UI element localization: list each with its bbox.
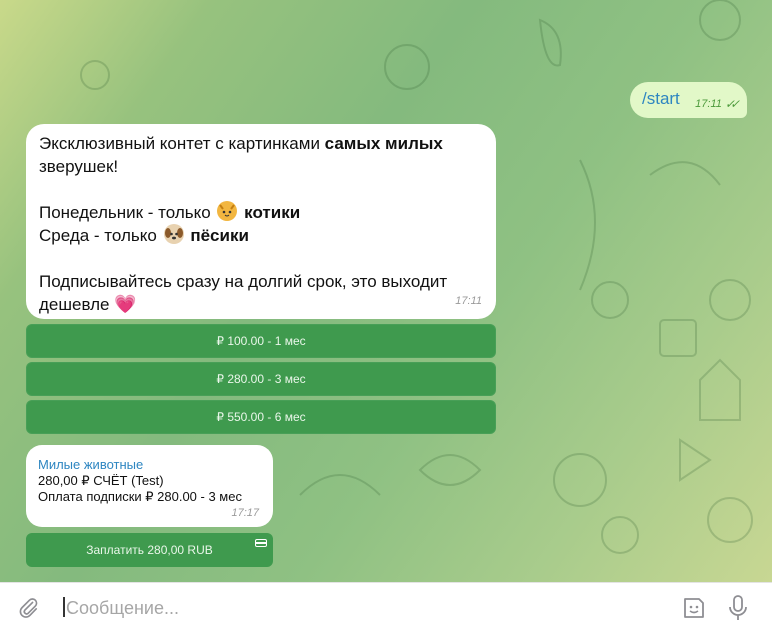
paperclip-icon[interactable] <box>17 596 39 618</box>
subscribe-line: Подписывайтесь сразу на долгий срок, это… <box>39 272 448 291</box>
message-input[interactable] <box>66 596 646 620</box>
invoice-message[interactable]: Милые животные 280,00 ₽ СЧЁТ (Test) Опла… <box>26 445 273 527</box>
cat-emoji-icon <box>217 201 238 221</box>
wednesday-bold: пёсики <box>190 226 249 245</box>
text-caret <box>63 597 65 617</box>
plan-button-1-month[interactable]: ₽ 100.00 - 1 мес <box>26 324 496 358</box>
credit-card-icon <box>255 539 267 547</box>
welcome-text-bold: самых милых <box>324 134 443 153</box>
message-time: 17:11 <box>695 98 722 110</box>
double-check-icon: ✓✓ <box>724 97 740 111</box>
monday-prefix: Понедельник - только <box>39 203 211 222</box>
invoice-time: 17:17 <box>231 507 259 519</box>
monday-line: Понедельник - только котики <box>39 201 482 224</box>
invoice-amount: 280,00 ₽ СЧЁТ (Test) <box>38 473 164 488</box>
wednesday-prefix: Среда - только <box>39 226 157 245</box>
heart-emoji-icon: 💗 <box>114 294 137 314</box>
monday-bold: котики <box>244 203 301 222</box>
pay-button[interactable]: Заплатить 280,00 RUB <box>26 533 273 567</box>
microphone-icon[interactable] <box>727 594 749 622</box>
plan-button-3-month[interactable]: ₽ 280.00 - 3 мес <box>26 362 496 396</box>
welcome-text-normal: Эксклюзивный контет с картинками <box>39 134 325 153</box>
outgoing-message[interactable]: /start 17:11 ✓✓ <box>630 82 747 118</box>
welcome-time: 17:11 <box>455 295 482 307</box>
message-composer <box>0 582 772 631</box>
plan-button-6-month[interactable]: ₽ 550.00 - 6 мес <box>26 400 496 434</box>
invoice-title: Милые животные <box>38 457 144 472</box>
welcome-line-1: Эксклюзивный контет с картинками самых м… <box>39 132 482 155</box>
subscribe-line-end: дешевле 💗 <box>39 293 482 316</box>
subscribe-end-text: дешевле <box>39 295 110 314</box>
message-meta: 17:11 ✓✓ <box>695 97 740 111</box>
start-command-link[interactable]: /start <box>642 89 680 108</box>
invoice-description: Оплата подписки ₽ 280.00 - 3 мес <box>38 489 242 504</box>
sticker-icon[interactable] <box>681 595 707 621</box>
dog-emoji-icon <box>163 224 184 244</box>
welcome-message[interactable]: Эксклюзивный контет с картинками самых м… <box>26 124 496 319</box>
chat-background: /start 17:11 ✓✓ Эксклюзивный контет с ка… <box>0 0 772 582</box>
pay-button-label: Заплатить 280,00 RUB <box>86 543 213 557</box>
wednesday-line: Среда - только пёсики <box>39 224 482 247</box>
welcome-line-2: зверушек! <box>39 157 119 176</box>
